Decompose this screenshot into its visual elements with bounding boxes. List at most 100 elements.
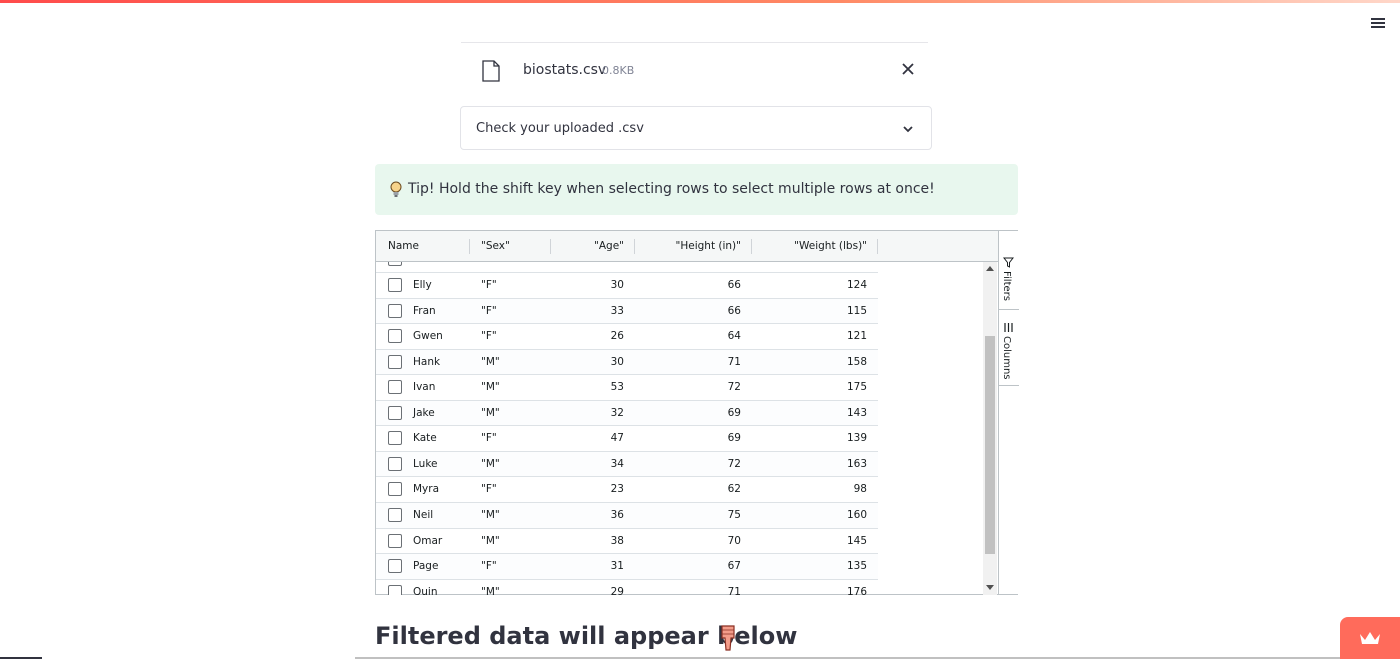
table-row[interactable]: Gwen "F" 26 64 121 <box>376 324 878 350</box>
cell-sex: "M" <box>481 457 500 470</box>
cell-name: Kate <box>413 432 437 445</box>
row-checkbox[interactable] <box>388 533 402 548</box>
table-row[interactable]: Myra "F" 23 62 98 <box>376 477 878 503</box>
cell-height: 71 <box>727 585 741 595</box>
cell-weight: 98 <box>853 483 867 496</box>
table-row[interactable]: Fran "F" 33 66 115 <box>376 298 878 325</box>
row-checkbox[interactable] <box>388 329 402 344</box>
cell-height: 75 <box>727 508 741 521</box>
column-header-weight[interactable]: "Weight (lbs)" <box>752 231 878 262</box>
top-decoration-strip <box>0 0 1400 3</box>
columns-icon <box>1004 323 1013 332</box>
cell-age: 34 <box>610 457 624 470</box>
cell-age: 30 <box>610 279 624 291</box>
crown-icon <box>1360 632 1380 644</box>
column-header-height[interactable]: "Height (in)" <box>635 231 752 262</box>
cell-name: Page <box>413 560 439 573</box>
row-checkbox[interactable] <box>388 303 402 318</box>
cell-age: 33 <box>610 304 624 317</box>
cell-name: Quin <box>413 585 438 595</box>
cell-sex: "M" <box>481 534 500 547</box>
cell-weight: 135 <box>846 560 867 573</box>
column-header-age[interactable]: "Age" <box>551 231 635 262</box>
cell-height: 64 <box>727 330 741 343</box>
cell-weight: 167 <box>752 262 867 272</box>
cell-sex: "F" <box>481 560 497 573</box>
table-row[interactable]: Kate "F" 47 69 139 <box>376 426 878 452</box>
columns-tab[interactable]: Columns <box>999 310 1019 386</box>
table-row[interactable]: Omar "M" 38 70 145 <box>376 529 878 555</box>
row-checkbox[interactable] <box>388 482 402 497</box>
cell-height: 67 <box>727 560 741 573</box>
column-header-sex[interactable]: "Sex" <box>470 231 551 262</box>
scroll-down-arrow-icon[interactable] <box>986 585 994 590</box>
cell-name: Neil <box>413 508 434 521</box>
table-row[interactable]: Dave "M" 39 72 167 <box>376 262 878 273</box>
chevron-down-icon <box>903 126 913 133</box>
close-icon[interactable] <box>899 60 917 78</box>
row-checkbox[interactable] <box>388 584 402 595</box>
table-row[interactable]: Luke "M" 34 72 163 <box>376 451 878 478</box>
column-header-name[interactable]: Name <box>376 231 470 262</box>
cell-age: 39 <box>551 262 624 272</box>
columns-tab-label: Columns <box>1001 336 1012 380</box>
grid-header: Name "Sex" "Age" "Height (in)" "Weight (… <box>376 231 998 262</box>
cell-height: 72 <box>635 262 741 272</box>
expander-label: Check your uploaded .csv <box>476 121 644 136</box>
cell-age: 53 <box>610 381 624 394</box>
row-checkbox[interactable] <box>388 456 402 471</box>
check-csv-expander[interactable]: Check your uploaded .csv <box>460 106 932 150</box>
cell-weight: 115 <box>846 304 867 317</box>
cell-sex: "M" <box>481 406 500 419</box>
cell-weight: 176 <box>846 585 867 595</box>
hamburger-menu-icon[interactable] <box>1368 14 1388 34</box>
filters-tab[interactable]: Filters <box>999 231 1019 310</box>
cell-age: 30 <box>610 355 624 368</box>
row-checkbox[interactable] <box>388 507 402 522</box>
table-row[interactable]: Page "F" 31 67 135 <box>376 554 878 580</box>
cell-age: 29 <box>610 585 624 595</box>
cell-height: 70 <box>727 534 741 547</box>
cell-sex: "M" <box>481 585 500 595</box>
cell-name: Hank <box>413 355 441 368</box>
row-checkbox[interactable] <box>388 278 402 292</box>
table-row[interactable]: Hank "M" 30 71 158 <box>376 349 878 376</box>
row-checkbox[interactable] <box>388 405 402 420</box>
row-checkbox[interactable] <box>388 380 402 395</box>
cell-sex: "M" <box>481 381 500 394</box>
table-row[interactable]: Ivan "M" 53 72 175 <box>376 375 878 401</box>
cell-height: 71 <box>727 355 741 368</box>
row-checkbox[interactable] <box>388 431 402 446</box>
cell-weight: 143 <box>846 406 867 419</box>
cell-height: 62 <box>727 483 741 496</box>
cell-name: Dave <box>413 262 470 272</box>
cell-sex: "F" <box>481 483 497 496</box>
row-checkbox[interactable] <box>388 559 402 574</box>
table-row[interactable]: Jake "M" 32 69 143 <box>376 400 878 427</box>
pointing-down-hand-icon <box>721 625 735 651</box>
tip-text: Tip! Hold the shift key when selecting r… <box>408 181 935 197</box>
cell-weight: 175 <box>846 381 867 394</box>
cell-sex: "F" <box>481 304 497 317</box>
cell-height: 66 <box>727 279 741 291</box>
row-checkbox[interactable] <box>388 354 402 369</box>
scroll-up-arrow-icon[interactable] <box>986 266 994 271</box>
cell-name: Gwen <box>413 330 443 343</box>
streamlit-app-badge[interactable] <box>1340 617 1400 659</box>
table-row[interactable]: Elly "F" 30 66 124 <box>376 273 878 299</box>
row-checkbox[interactable] <box>388 262 402 267</box>
grid-side-bar: Filters Columns <box>998 231 1019 594</box>
scroll-thumb[interactable] <box>985 336 995 554</box>
cell-name: Omar <box>413 534 443 547</box>
cell-sex: "F" <box>481 279 497 291</box>
cell-height: 72 <box>727 457 741 470</box>
table-row[interactable]: Quin "M" 29 71 176 <box>376 580 878 595</box>
cell-weight: 139 <box>846 432 867 445</box>
vertical-scrollbar[interactable] <box>983 262 997 595</box>
cell-sex: "M" <box>481 355 500 368</box>
table-row[interactable]: Neil "M" 36 75 160 <box>376 502 878 529</box>
cell-name: Elly <box>413 279 432 291</box>
lightbulb-icon <box>390 181 402 197</box>
file-name: biostats.csv <box>523 62 607 78</box>
uploaded-file-row: biostats.csv 0.8KB <box>461 42 928 98</box>
